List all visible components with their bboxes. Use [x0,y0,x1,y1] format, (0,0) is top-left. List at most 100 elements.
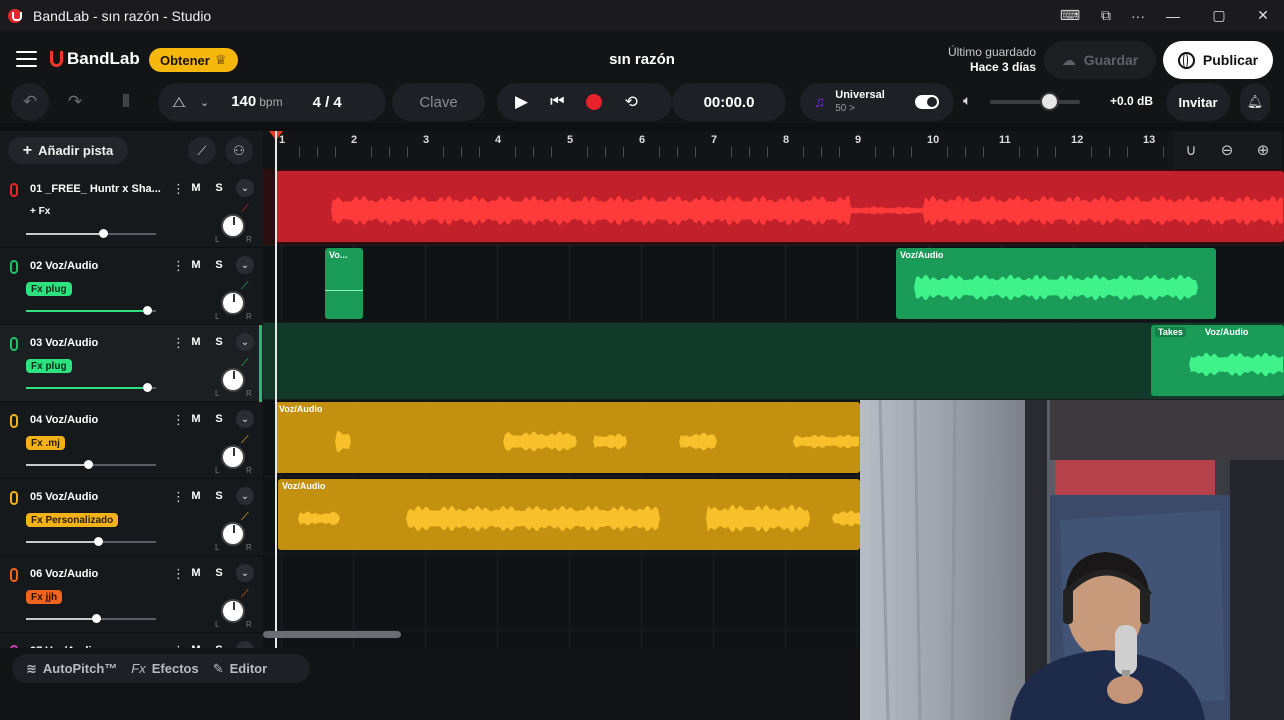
effects-wand-icon[interactable]: ⟋ [241,280,249,293]
bandlab-logo[interactable]: BandLab [50,49,140,69]
track-name[interactable]: 05 Voz/Audio [30,491,98,503]
timeline-ruler[interactable]: 1 2 3 4 5 6 7 8 9 10 11 12 13 ∪ ⊖ ⊕ [263,131,1284,169]
fx-tag[interactable]: Fx .mj [26,436,65,450]
track-row-3[interactable]: 03 Voz/Audio ⋮ M S ⌄ Fx plug ⟋ L R [0,325,263,402]
track-volume-knob[interactable] [94,537,103,546]
pan-knob[interactable] [221,214,245,238]
track-menu-icon[interactable]: ⋮ [172,335,185,351]
pan-knob[interactable] [221,522,245,546]
add-track-button[interactable]: + Añadir pista [8,137,128,164]
maximize-button[interactable]: ▢ [1199,0,1239,31]
track-name[interactable]: 06 Voz/Audio [30,568,98,580]
mute-button[interactable]: M [186,179,206,197]
track-volume-knob[interactable] [143,383,152,392]
notifications-button[interactable]: 🔔︎ [1240,83,1270,121]
master-volume-slider[interactable] [990,100,1080,104]
time-signature[interactable]: 4 / 4 [313,94,342,111]
editor-button[interactable]: ✎ Editor [213,661,267,677]
loop-icon[interactable]: ⟲ [624,92,637,112]
record-icon[interactable] [586,94,603,110]
skip-back-icon[interactable]: ⏮ [550,93,564,111]
chevron-down-icon[interactable]: ⌄ [236,256,254,274]
track-menu-icon[interactable]: ⋮ [172,566,185,582]
key-button[interactable]: Clave [392,83,485,121]
bpm-field[interactable]: 140 bpm [231,93,282,111]
fx-tag[interactable]: + Fx [30,206,50,217]
instrument-selector[interactable]: ♫ Universal 50 > [800,83,954,121]
solo-button[interactable]: S [209,333,229,351]
guardar-button[interactable]: ☁ Guardar [1044,41,1156,79]
solo-button[interactable]: S [209,410,229,428]
playhead[interactable] [275,131,277,648]
keyboard-icon[interactable]: ⌨ [1050,0,1090,31]
obtener-button[interactable]: Obtener ♕ [149,48,238,72]
mute-button[interactable]: M [186,410,206,428]
track-row-7[interactable]: 07 Voz/Audio ⋮ M S ⌄ ⟋ L R [0,633,263,649]
mixer-button[interactable]: ⚇ [225,137,253,164]
chevron-down-icon[interactable]: ⌄ [236,179,254,197]
mute-button[interactable]: M [186,256,206,274]
chevron-down-icon[interactable]: ⌄ [200,96,209,109]
track-name[interactable]: 04 Voz/Audio [30,414,98,426]
lane-track-3[interactable] [263,323,1284,400]
autopitch-button[interactable]: ≋ AutoPitch™ [26,661,117,677]
clip-track-2b[interactable]: Voz/Audio [896,248,1216,319]
effects-wand-icon[interactable]: ⟋ [241,511,249,524]
fx-tag[interactable]: Fx Personalizado [26,513,119,527]
piano-button[interactable]: ⦀ [104,83,148,121]
pan-knob[interactable] [221,445,245,469]
chevron-down-icon[interactable]: ⌄ [236,410,254,428]
more-icon[interactable]: ··· [1118,0,1158,31]
track-row-6[interactable]: 06 Voz/Audio ⋮ M S ⌄ Fx jjh ⟋ L R [0,556,263,633]
track-row-1[interactable]: 01 _FREE_ Huntr x Sha... ⋮ M S ⌄ + Fx ⟋ … [0,171,263,248]
play-icon[interactable]: ▶ [515,92,528,112]
pan-knob[interactable] [221,599,245,623]
track-menu-icon[interactable]: ⋮ [172,258,185,274]
track-name[interactable]: 01 _FREE_ Huntr x Sha... [30,183,161,195]
mute-button[interactable]: M [186,333,206,351]
track-volume-knob[interactable] [84,460,93,469]
clip-track-2a[interactable]: Vo... [325,248,363,319]
track-row-4[interactable]: 04 Voz/Audio ⋮ M S ⌄ Fx .mj ⟋ L R [0,402,263,479]
tuner-button[interactable]: ⟋ [188,137,216,164]
fx-tag[interactable]: Fx jjh [26,590,63,604]
chevron-down-icon[interactable]: ⌄ [236,564,254,582]
chevron-down-icon[interactable]: ⌄ [236,333,254,351]
track-volume-knob[interactable] [92,614,101,623]
snap-button[interactable]: ∪ [1173,131,1209,169]
master-volume-knob[interactable] [1040,92,1059,111]
invitar-button[interactable]: Invitar [1166,83,1230,121]
clip-track-3[interactable]: Takes Voz/Audio [1151,325,1284,396]
speaker-icon[interactable]: 🔈︎ [963,92,971,109]
pan-knob[interactable] [221,291,245,315]
track-name[interactable]: 03 Voz/Audio [30,337,98,349]
track-row-5[interactable]: 05 Voz/Audio ⋮ M S ⌄ Fx Personalizado ⟋ … [0,479,263,556]
track-row-2[interactable]: 02 Voz/Audio ⋮ M S ⌄ Fx plug ⟋ L R [0,248,263,325]
effects-wand-icon[interactable]: ⟋ [241,588,249,601]
effects-wand-icon[interactable]: ⟋ [241,434,249,447]
fx-tag[interactable]: Fx plug [26,282,72,296]
zoom-out-button[interactable]: ⊖ [1209,131,1245,169]
zoom-in-button[interactable]: ⊕ [1245,131,1281,169]
minimize-button[interactable]: — [1153,0,1193,31]
mute-button[interactable]: M [186,487,206,505]
efectos-button[interactable]: Fx Efectos [131,661,198,676]
undo-button[interactable]: ↶ [11,83,49,121]
chevron-down-icon[interactable]: ⌄ [236,487,254,505]
track-volume-knob[interactable] [99,229,108,238]
redo-button[interactable]: ↷ [55,83,95,121]
mute-button[interactable]: M [186,564,206,582]
takes-badge[interactable]: Takes [1155,327,1186,337]
effects-wand-icon[interactable]: ⟋ [241,357,249,370]
pan-knob[interactable] [221,368,245,392]
track-menu-icon[interactable]: ⋮ [172,181,185,197]
track-menu-icon[interactable]: ⋮ [172,489,185,505]
menu-icon[interactable] [16,51,37,67]
effects-wand-icon[interactable]: ⟋ [241,203,249,216]
fx-tag[interactable]: Fx plug [26,359,72,373]
instrument-toggle[interactable] [914,95,939,109]
track-name[interactable]: 02 Voz/Audio [30,260,98,272]
track-volume-knob[interactable] [143,306,152,315]
solo-button[interactable]: S [209,564,229,582]
solo-button[interactable]: S [209,256,229,274]
